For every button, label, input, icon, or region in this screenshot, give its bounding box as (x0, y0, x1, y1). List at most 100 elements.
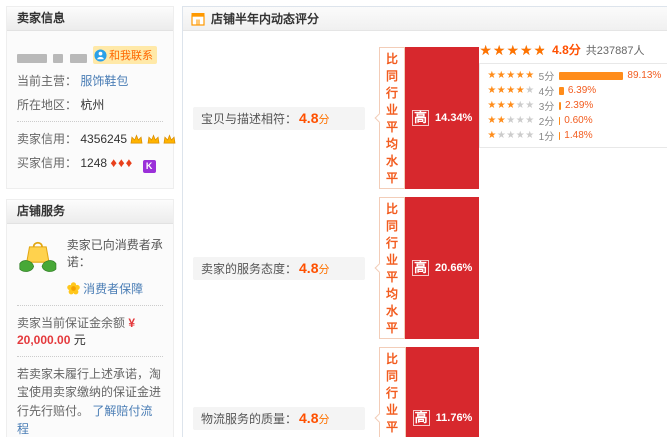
wangwang-icon (94, 49, 107, 62)
histogram-bar (559, 102, 561, 110)
histogram-pct: 2.39% (565, 100, 593, 111)
deposit-label: 卖家当前保证金余额 (17, 316, 125, 330)
dsr-higher-pct: 14.34% (435, 112, 472, 124)
dsr-unit: 分 (318, 411, 329, 427)
dsr-row-description: 宝贝与描述相符：4.8分 比同行业平均水平高 14.34% (193, 47, 479, 189)
histogram-pct: 0.60% (564, 115, 592, 126)
stars-off-icon: ★ (525, 85, 534, 96)
dsr-score: 4.8 (299, 410, 318, 426)
dsr-panel-title: 店铺半年内动态评分 (211, 10, 319, 27)
dsr-higher-pct: 11.76% (436, 412, 473, 424)
overall-stars-icon: ★★★★★★★★★★ (479, 43, 547, 57)
overall-rating-row: ★★★★★★★★★★ 4.8分 共237887人 (479, 41, 667, 58)
stars-on-icon: ★★ (487, 115, 506, 126)
histogram-label: 5分 (539, 68, 555, 83)
main-column: 店铺半年内动态评分 宝贝与描述相符：4.8分 比同行业平均水平高14.34% 卖… (182, 6, 667, 437)
censored-name-block (70, 54, 87, 63)
dsr-higher-label: 高 (413, 410, 430, 426)
dsr-compare-badge: 比同行业平均水平高 20.66% (379, 197, 479, 339)
histogram-row-4: ★★★★★ 4分 6.39% (487, 83, 667, 98)
main-category-row: 当前主营： 服饰鞋包 (17, 72, 163, 89)
dsr-compare-badge: 比同行业平均水平高 11.76% (379, 347, 479, 437)
gem-icons: ♦♦♦ (110, 155, 133, 170)
crown-icon (147, 134, 160, 145)
stars-on-icon: ★★★★ (487, 85, 525, 96)
guarantee-link[interactable]: 消费者保障 (83, 282, 143, 296)
histogram-row-1: ★★★★★ 1分 1.48% (487, 128, 667, 143)
dsr-summary: ★★★★★★★★★★ 4.8分 共237887人 ★★★★★5分89.13% ★… (479, 39, 667, 437)
buyer-credit-label: 买家信用： (17, 156, 77, 170)
region-label: 所在地区： (17, 98, 77, 112)
divider (17, 356, 163, 357)
rating-histogram: ★★★★★5分89.13% ★★★★★4分6.39% ★★★★★3分2.39% … (479, 63, 667, 148)
deposit-note: 若卖家未履行上述承诺，淘宝使用卖家缴纳的保证金进行先行赔付。 了解赔付流程 (17, 365, 163, 437)
region-value: 杭州 (80, 98, 104, 112)
deposit-unit: 元 (74, 333, 86, 347)
guarantee-flower-icon (67, 282, 80, 295)
dsr-rows: 宝贝与描述相符：4.8分 比同行业平均水平高14.34% 卖家的服务态度：4.8… (193, 39, 479, 437)
dsr-score: 4.8 (299, 260, 318, 276)
crown-icon (163, 134, 176, 145)
histogram-label: 1分 (539, 128, 555, 143)
shop-service-section: 店铺服务 卖家已向消费者承诺： (6, 199, 174, 437)
dsr-higher-label: 高 (412, 110, 429, 126)
dsr-compare-text: 比同行业平均水平 (379, 347, 406, 437)
dsr-higher-pct: 20.66% (435, 262, 472, 274)
shop-service-title: 店铺服务 (7, 200, 173, 224)
buyer-credit-row: 买家信用： 1248 ♦♦♦ K (17, 154, 163, 173)
histogram-row-3: ★★★★★ 3分 2.39% (487, 98, 667, 113)
seller-credit-value: 4356245 (80, 132, 127, 146)
buyer-badge-icon: K (143, 160, 156, 173)
crown-icon (130, 134, 143, 145)
buyer-credit-value: 1248 (80, 156, 107, 170)
dsr-higher-label: 高 (412, 260, 429, 276)
page: 卖家信息 和我联系 当前主营： (0, 0, 667, 437)
dsr-compare-text: 比同行业平均水平 (379, 197, 405, 339)
histogram-pct: 6.39% (568, 85, 596, 96)
dsr-compare-badge: 比同行业平均水平高 14.34% (379, 47, 479, 189)
overall-score: 4.8分 (552, 41, 581, 58)
histogram-row-2: ★★★★★ 2分 0.60% (487, 113, 667, 128)
divider (17, 121, 163, 122)
stars-on-icon: ★ (487, 130, 496, 141)
histogram-label: 4分 (539, 83, 555, 98)
censored-name-block (17, 54, 47, 63)
histogram-label: 2分 (539, 113, 555, 128)
dsr-row-logistics: 物流服务的质量：4.8分 比同行业平均水平高 11.76% (193, 347, 479, 437)
histogram-pct: 1.48% (564, 130, 592, 141)
dsr-unit: 分 (318, 111, 329, 127)
stars-off-icon: ★★ (516, 100, 535, 111)
dsr-unit: 分 (318, 261, 329, 277)
histogram-bar (559, 117, 560, 125)
contact-me-label: 和我联系 (109, 47, 153, 63)
main-category-link[interactable]: 服饰鞋包 (80, 74, 128, 88)
seller-info-title: 卖家信息 (7, 7, 173, 31)
seller-credit-row: 卖家信用： 4356245 (17, 130, 163, 147)
dsr-compare-text: 比同行业平均水平 (379, 47, 405, 189)
region-row: 所在地区： 杭州 (17, 96, 163, 113)
stars-off-icon: ★★★ (506, 115, 534, 126)
histogram-bar (559, 132, 560, 140)
histogram-label: 3分 (539, 98, 555, 113)
promise-text: 卖家已向消费者承诺： (67, 236, 163, 270)
seller-credit-label: 卖家信用： (17, 132, 77, 146)
sidebar: 卖家信息 和我联系 当前主营： (6, 6, 174, 437)
contact-me-badge[interactable]: 和我联系 (93, 46, 157, 64)
stars-off-icon: ★★★★ (497, 130, 535, 141)
consumer-protection-icon (17, 232, 59, 284)
dsr-panel: 店铺半年内动态评分 宝贝与描述相符：4.8分 比同行业平均水平高14.34% 卖… (182, 6, 667, 437)
dsr-label: 宝贝与描述相符： (201, 110, 297, 127)
stars-on-icon: ★★★ (487, 100, 515, 111)
main-category-label: 当前主营： (17, 74, 77, 88)
seller-name-row: 和我联系 (17, 46, 163, 65)
censored-name-block (53, 54, 63, 63)
divider (17, 305, 163, 306)
dsr-row-service: 卖家的服务态度：4.8分 比同行业平均水平高20.66% (193, 197, 479, 339)
deposit-row: 卖家当前保证金余额 ¥ 20,000.00 元 (17, 314, 163, 348)
dsr-score: 4.8 (299, 110, 318, 126)
histogram-row-5: ★★★★★5分89.13% (487, 68, 667, 83)
stars-on-icon: ★★★★★ (487, 70, 534, 81)
seller-info-section: 卖家信息 和我联系 当前主营： (6, 6, 174, 189)
dsr-label: 物流服务的质量： (201, 410, 297, 427)
guarantee-row: 消费者保障 (67, 280, 163, 297)
